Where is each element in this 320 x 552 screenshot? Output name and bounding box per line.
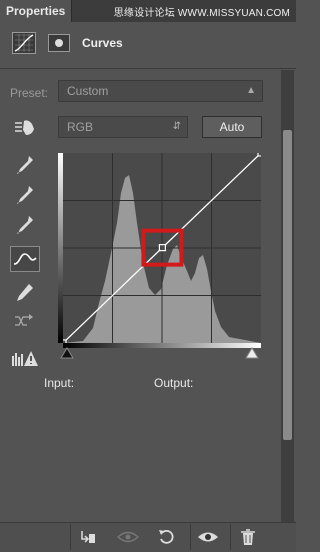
eyedropper-white-icon[interactable] bbox=[10, 212, 40, 238]
scrollbar-thumb[interactable] bbox=[283, 130, 292, 440]
select-arrows-icon: ▲ bbox=[246, 85, 256, 96]
adjustment-title: Curves bbox=[82, 36, 123, 50]
black-point-slider[interactable] bbox=[60, 347, 74, 359]
preset-label: Preset: bbox=[10, 86, 49, 100]
clipping-warning-icon[interactable] bbox=[10, 345, 40, 371]
divider bbox=[0, 68, 296, 69]
watermark-text: 思缘设计论坛 WWW.MISSYUAN.COM bbox=[113, 8, 290, 19]
input-label: Input: bbox=[44, 376, 75, 390]
curve-control-point[interactable] bbox=[158, 244, 166, 252]
curve-control-point[interactable] bbox=[257, 153, 261, 157]
curves-graph[interactable] bbox=[63, 153, 261, 343]
white-point-slider[interactable] bbox=[245, 347, 259, 359]
eyedropper-gray-icon[interactable] bbox=[10, 182, 40, 208]
delete-icon[interactable] bbox=[234, 526, 262, 548]
panel-tabbar: Properties 思缘设计论坛 WWW.MISSYUAN.COM bbox=[0, 0, 296, 22]
preset-select[interactable]: Custom ▲ bbox=[58, 80, 263, 102]
pencil-icon[interactable] bbox=[10, 280, 40, 306]
auto-button[interactable]: Auto bbox=[202, 116, 262, 138]
curve-points-icon[interactable] bbox=[10, 246, 40, 272]
view-previous-icon[interactable] bbox=[114, 526, 142, 548]
eyedropper-black-icon[interactable] bbox=[10, 152, 40, 178]
mask-icon[interactable] bbox=[48, 34, 70, 52]
output-label: Output: bbox=[154, 376, 194, 390]
channel-value: RGB bbox=[67, 120, 94, 134]
input-gradient-bar bbox=[63, 343, 261, 348]
preset-value: Custom bbox=[67, 84, 109, 98]
toolbar-separator bbox=[230, 524, 231, 550]
curves-grid-icon[interactable] bbox=[12, 32, 36, 54]
visibility-eye-icon[interactable] bbox=[194, 526, 222, 548]
clip-to-layer-icon[interactable] bbox=[74, 526, 102, 548]
reset-icon[interactable] bbox=[152, 526, 180, 548]
tab-properties[interactable]: Properties bbox=[0, 0, 72, 22]
select-arrows-icon: ⇵ bbox=[172, 121, 181, 132]
channel-select[interactable]: RGB ⇵ bbox=[58, 116, 188, 138]
toolbar-separator bbox=[190, 524, 191, 550]
smooth-icon[interactable] bbox=[10, 308, 40, 334]
toolbar-separator bbox=[70, 524, 71, 550]
panel-header: Curves bbox=[0, 22, 296, 68]
on-image-adjust-icon[interactable] bbox=[10, 114, 40, 140]
